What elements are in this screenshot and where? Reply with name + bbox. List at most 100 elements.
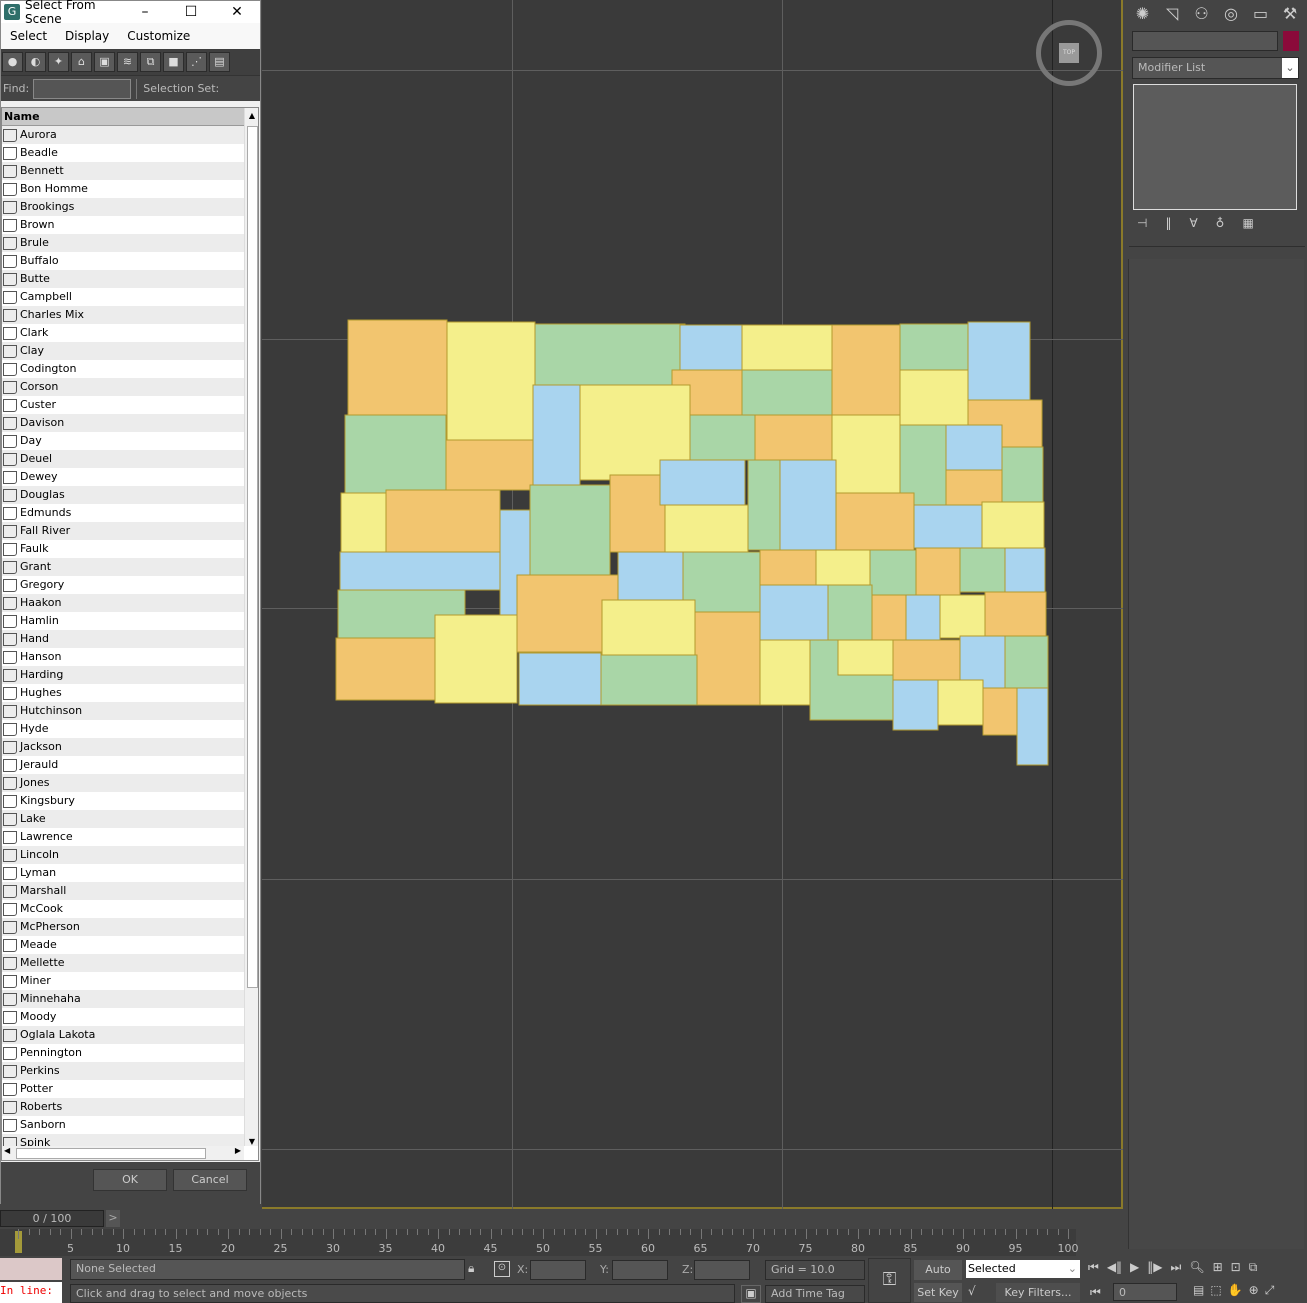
lock-selection-icon[interactable]: 🔒︎ bbox=[468, 1261, 474, 1276]
list-item[interactable]: Meade bbox=[2, 936, 244, 954]
list-item[interactable]: Mellette bbox=[2, 954, 244, 972]
list-item[interactable]: Kingsbury bbox=[2, 792, 244, 810]
county-shape[interactable] bbox=[347, 319, 448, 416]
county-shape[interactable] bbox=[939, 594, 986, 639]
list-item[interactable]: Hand bbox=[2, 630, 244, 648]
geometry-icon[interactable]: ● bbox=[2, 52, 23, 72]
spacewarps-icon[interactable]: ≋ bbox=[117, 52, 138, 72]
list-item[interactable]: Jackson bbox=[2, 738, 244, 756]
county-shape[interactable] bbox=[759, 584, 829, 641]
county-shape[interactable] bbox=[967, 321, 1031, 401]
county-shape[interactable] bbox=[835, 492, 915, 551]
object-name-field[interactable] bbox=[1132, 31, 1278, 51]
z-coordinate-field[interactable] bbox=[694, 1260, 750, 1280]
helpers-icon[interactable]: ▣ bbox=[94, 52, 115, 72]
county-shape[interactable] bbox=[1001, 446, 1044, 503]
list-item[interactable]: Pennington bbox=[2, 1044, 244, 1062]
list-item[interactable]: Codington bbox=[2, 360, 244, 378]
county-shape[interactable] bbox=[609, 474, 666, 553]
x-coordinate-field[interactable] bbox=[530, 1260, 586, 1280]
list-item[interactable]: Douglas bbox=[2, 486, 244, 504]
county-shape[interactable] bbox=[601, 599, 696, 656]
maximize-viewport-icon[interactable]: ⤢ bbox=[1265, 1283, 1275, 1298]
scrollbar-thumb[interactable] bbox=[247, 126, 258, 988]
county-shape[interactable] bbox=[446, 321, 536, 441]
county-shape[interactable] bbox=[869, 549, 917, 596]
field-of-view-icon[interactable]: ▤ bbox=[1193, 1283, 1204, 1298]
list-item[interactable]: Lyman bbox=[2, 864, 244, 882]
county-shape[interactable] bbox=[899, 323, 969, 371]
cancel-button[interactable]: Cancel bbox=[173, 1169, 247, 1191]
modifier-stack[interactable] bbox=[1133, 84, 1297, 210]
default-tangent-icon[interactable]: √ bbox=[968, 1284, 976, 1298]
list-item[interactable]: Beadle bbox=[2, 144, 244, 162]
go-to-start-icon[interactable]: ⏮ bbox=[1088, 1260, 1099, 1275]
go-to-end-icon[interactable]: ⏭ bbox=[1171, 1260, 1182, 1275]
key-mode-toggle-icon[interactable]: ⏮ bbox=[1090, 1285, 1101, 1300]
county-shape[interactable] bbox=[741, 324, 833, 371]
county-shape[interactable] bbox=[659, 459, 746, 506]
add-time-tag[interactable]: Add Time Tag bbox=[765, 1285, 865, 1303]
list-item[interactable]: Bennett bbox=[2, 162, 244, 180]
list-item[interactable]: Hanson bbox=[2, 648, 244, 666]
county-shape[interactable] bbox=[945, 469, 1003, 506]
menu-select[interactable]: Select bbox=[1, 29, 56, 43]
list-item[interactable]: Clark bbox=[2, 324, 244, 342]
configure-modifier-sets-icon[interactable]: ▦ bbox=[1242, 216, 1253, 230]
lights-icon[interactable]: ✦ bbox=[48, 52, 69, 72]
list-item[interactable]: Minnehaha bbox=[2, 990, 244, 1008]
county-shape[interactable] bbox=[689, 414, 756, 461]
county-shape[interactable] bbox=[340, 492, 387, 553]
scroll-down-icon[interactable]: ▼ bbox=[245, 1137, 258, 1146]
county-shape[interactable] bbox=[344, 414, 447, 496]
vertical-scrollbar[interactable]: ▲ ▼ bbox=[244, 108, 258, 1146]
list-item[interactable]: Roberts bbox=[2, 1098, 244, 1116]
current-frame-field[interactable]: 0 bbox=[1113, 1283, 1177, 1301]
list-item[interactable]: Jerauld bbox=[2, 756, 244, 774]
ok-button[interactable]: OK bbox=[93, 1169, 167, 1191]
motion-icon[interactable]: ◎ bbox=[1218, 2, 1245, 26]
list-item[interactable]: Butte bbox=[2, 270, 244, 288]
list-item[interactable]: Hyde bbox=[2, 720, 244, 738]
county-shape[interactable] bbox=[871, 594, 907, 641]
list-item[interactable]: Hughes bbox=[2, 684, 244, 702]
county-shape[interactable] bbox=[335, 637, 436, 701]
maxscript-listener-mini[interactable] bbox=[0, 1258, 62, 1280]
list-item[interactable]: McPherson bbox=[2, 918, 244, 936]
next-frame-icon[interactable]: ‖▶ bbox=[1147, 1260, 1162, 1275]
list-item[interactable]: Perkins bbox=[2, 1062, 244, 1080]
county-shape[interactable] bbox=[815, 549, 871, 586]
county-shape[interactable] bbox=[981, 501, 1045, 549]
list-item[interactable]: Gregory bbox=[2, 576, 244, 594]
list-item[interactable]: Moody bbox=[2, 1008, 244, 1026]
display-icon[interactable]: ▭ bbox=[1247, 2, 1274, 26]
county-shape[interactable] bbox=[959, 547, 1006, 593]
list-item[interactable]: Charles Mix bbox=[2, 306, 244, 324]
remove-modifier-icon[interactable]: ♁ bbox=[1216, 216, 1225, 230]
modifier-list-dropdown[interactable]: Modifier List ⌄ bbox=[1132, 57, 1299, 79]
county-shape[interactable] bbox=[694, 611, 761, 706]
viewport-top[interactable]: TOP bbox=[262, 0, 1123, 1209]
groups-icon[interactable]: ⧉ bbox=[140, 52, 161, 72]
county-shape[interactable] bbox=[831, 324, 901, 416]
pin-stack-icon[interactable]: ⊣ bbox=[1137, 216, 1147, 230]
list-item[interactable]: Faulk bbox=[2, 540, 244, 558]
list-item[interactable]: Davison bbox=[2, 414, 244, 432]
county-shape[interactable] bbox=[837, 639, 894, 676]
list-item[interactable]: Haakon bbox=[2, 594, 244, 612]
county-shape[interactable] bbox=[831, 414, 901, 494]
key-mode-dropdown[interactable]: Selected ⌄ bbox=[966, 1260, 1080, 1278]
modify-icon[interactable]: ◹ bbox=[1159, 2, 1186, 26]
list-item[interactable]: Corson bbox=[2, 378, 244, 396]
create-icon[interactable]: ✺ bbox=[1129, 2, 1156, 26]
cameras-icon[interactable]: ⌂ bbox=[71, 52, 92, 72]
county-shape[interactable] bbox=[945, 424, 1003, 471]
object-color-swatch[interactable] bbox=[1283, 31, 1299, 51]
list-item[interactable]: Lawrence bbox=[2, 828, 244, 846]
absolute-mode-icon[interactable]: ⊙ bbox=[494, 1261, 510, 1277]
county-shape[interactable] bbox=[937, 679, 984, 726]
county-shape[interactable] bbox=[913, 504, 983, 549]
menu-display[interactable]: Display bbox=[56, 29, 118, 43]
list-item[interactable]: Custer bbox=[2, 396, 244, 414]
list-item[interactable]: Bon Homme bbox=[2, 180, 244, 198]
